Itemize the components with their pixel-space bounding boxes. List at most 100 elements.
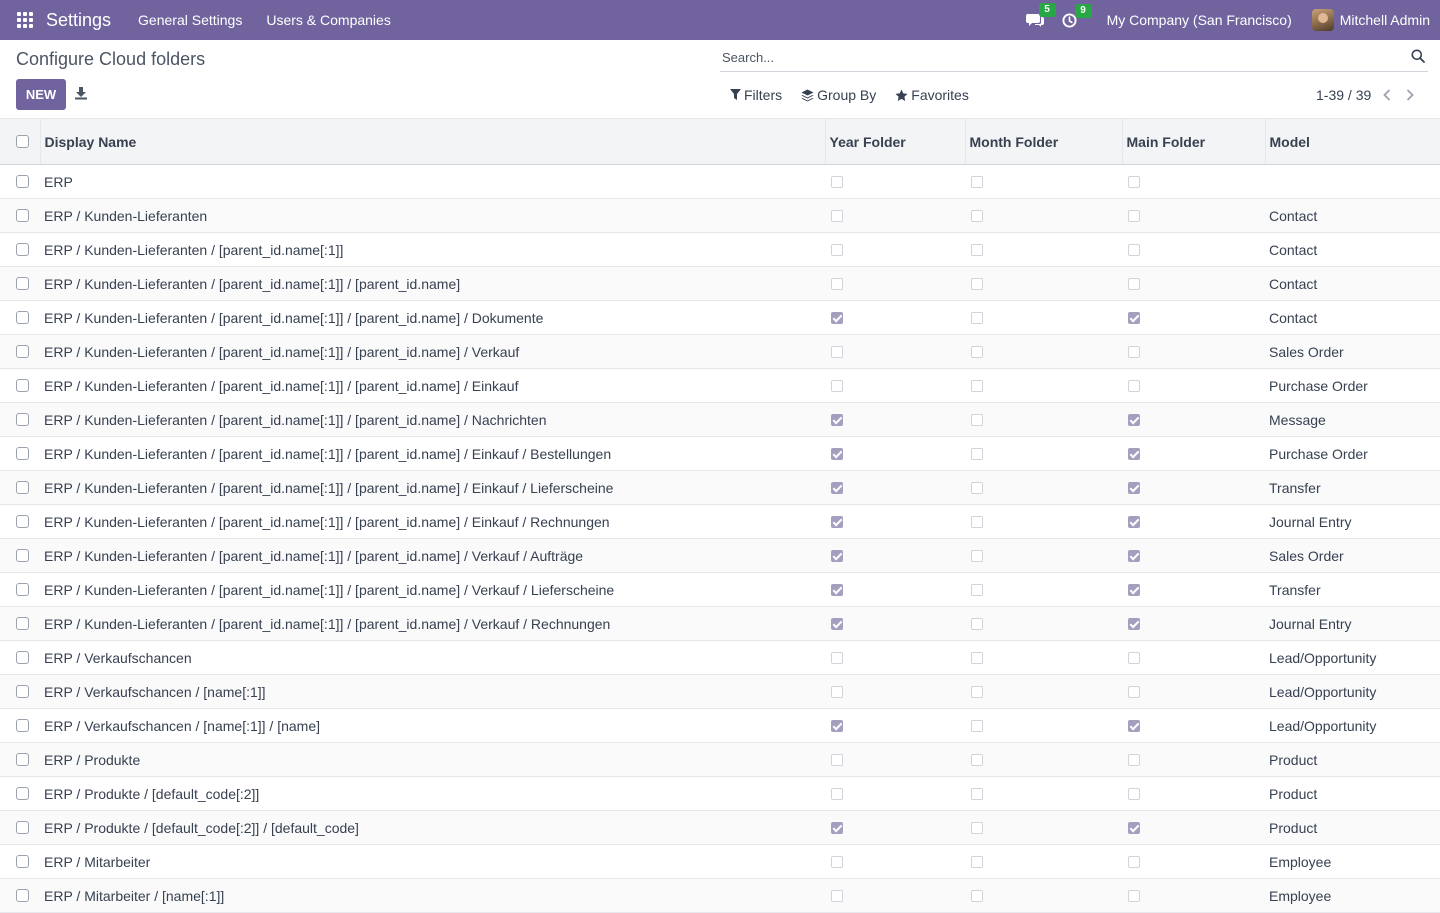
cell-display-name[interactable]: ERP / Verkaufschancen [40,640,825,675]
row-select-checkbox[interactable] [16,481,29,494]
cell-display-name[interactable]: ERP / Kunden-Lieferanten / [parent_id.na… [40,402,825,437]
column-header-main-folder[interactable]: Main Folder [1121,118,1265,165]
cell-model[interactable]: Employee [1265,878,1440,913]
cell-model[interactable]: Product [1265,810,1440,845]
app-name[interactable]: Settings [46,10,111,31]
row-select-checkbox[interactable] [16,243,29,256]
cell-model[interactable]: Journal Entry [1265,606,1440,641]
row-select-checkbox[interactable] [16,651,29,664]
row-select-checkbox[interactable] [16,345,29,358]
row-select-checkbox[interactable] [16,175,29,188]
table-row[interactable]: ERP / Kunden-Lieferanten / [parent_id.na… [0,572,1440,607]
cell-model[interactable]: Transfer [1265,470,1440,505]
table-row[interactable]: ERP / Kunden-Lieferanten Contact [0,198,1440,233]
column-header-display-name[interactable]: Display Name [39,118,825,165]
table-row[interactable]: ERP / Mitarbeiter / [name[:1]] Employee [0,878,1440,913]
cell-display-name[interactable]: ERP / Kunden-Lieferanten / [parent_id.na… [40,334,825,369]
table-row[interactable]: ERP / Kunden-Lieferanten / [parent_id.na… [0,334,1440,369]
menu-general-settings[interactable]: General Settings [138,12,242,28]
column-header-year-folder[interactable]: Year Folder [824,118,965,165]
cell-model[interactable]: Lead/Opportunity [1265,708,1440,743]
row-select-checkbox[interactable] [16,447,29,460]
cell-model[interactable]: Sales Order [1265,538,1440,573]
new-button[interactable]: NEW [16,79,66,110]
cell-display-name[interactable]: ERP / Mitarbeiter / [name[:1]] [40,878,825,913]
cell-model[interactable]: Product [1265,776,1440,811]
cell-display-name[interactable]: ERP / Verkaufschancen / [name[:1]] [40,674,825,709]
table-row[interactable]: ERP / Kunden-Lieferanten / [parent_id.na… [0,402,1440,437]
row-select-checkbox[interactable] [16,617,29,630]
column-header-month-folder[interactable]: Month Folder [964,118,1122,165]
row-select-checkbox[interactable] [16,277,29,290]
row-select-checkbox[interactable] [16,719,29,732]
cell-display-name[interactable]: ERP / Kunden-Lieferanten / [parent_id.na… [40,572,825,607]
row-select-checkbox[interactable] [16,753,29,766]
row-select-checkbox[interactable] [16,855,29,868]
row-select-checkbox[interactable] [16,515,29,528]
search-input[interactable] [720,45,1390,69]
table-row[interactable]: ERP / Produkte Product [0,742,1440,777]
cell-display-name[interactable]: ERP / Verkaufschancen / [name[:1]] / [na… [40,708,825,743]
cell-model[interactable]: Contact [1265,266,1440,301]
cell-model[interactable]: Product [1265,742,1440,777]
cell-display-name[interactable]: ERP / Mitarbeiter [40,844,825,879]
favorites-dropdown[interactable]: Favorites [895,87,969,103]
cell-display-name[interactable]: ERP [40,164,825,199]
cell-display-name[interactable]: ERP / Produkte / [default_code[:2]] / [d… [40,810,825,845]
cell-display-name[interactable]: ERP / Produkte [40,742,825,777]
table-row[interactable]: ERP / Kunden-Lieferanten / [parent_id.na… [0,232,1440,267]
cell-display-name[interactable]: ERP / Kunden-Lieferanten / [parent_id.na… [40,538,825,573]
pager-value[interactable]: 1-39 / 39 [1316,87,1371,103]
cell-display-name[interactable]: ERP / Kunden-Lieferanten / [parent_id.na… [40,470,825,505]
row-select-checkbox[interactable] [16,209,29,222]
user-menu[interactable]: Mitchell Admin [1311,9,1430,31]
cell-model[interactable]: Message [1265,402,1440,437]
table-row[interactable]: ERP / Verkaufschancen Lead/Opportunity [0,640,1440,675]
cell-display-name[interactable]: ERP / Kunden-Lieferanten / [parent_id.na… [40,232,825,267]
apps-menu-icon[interactable] [17,12,33,28]
cell-model[interactable]: Lead/Opportunity [1265,640,1440,675]
download-button[interactable] [74,86,90,102]
cell-display-name[interactable]: ERP / Kunden-Lieferanten / [parent_id.na… [40,436,825,471]
cell-model[interactable]: Purchase Order [1265,436,1440,471]
pager-previous-button[interactable] [1380,88,1394,102]
table-row[interactable]: ERP / Kunden-Lieferanten / [parent_id.na… [0,606,1440,641]
cell-display-name[interactable]: ERP / Kunden-Lieferanten / [parent_id.na… [40,504,825,539]
cell-model[interactable]: Journal Entry [1265,504,1440,539]
table-row[interactable]: ERP / Produkte / [default_code[:2]] Produ… [0,776,1440,811]
table-row[interactable]: ERP / Kunden-Lieferanten / [parent_id.na… [0,300,1440,335]
pager-next-button[interactable] [1403,88,1417,102]
messages-button[interactable]: 5 [1025,3,1056,28]
table-row[interactable]: ERP / Verkaufschancen / [name[:1]] Lead/O… [0,674,1440,709]
cell-display-name[interactable]: ERP / Kunden-Lieferanten / [parent_id.na… [40,300,825,335]
row-select-checkbox[interactable] [16,583,29,596]
row-select-checkbox[interactable] [16,685,29,698]
cell-display-name[interactable]: ERP / Kunden-Lieferanten / [parent_id.na… [40,266,825,301]
cell-model[interactable]: Lead/Opportunity [1265,674,1440,709]
row-select-checkbox[interactable] [16,889,29,902]
table-row[interactable]: ERP / Verkaufschancen / [name[:1]] / [na… [0,708,1440,743]
cell-display-name[interactable]: ERP / Kunden-Lieferanten / [parent_id.na… [40,368,825,403]
table-row[interactable]: ERP / Kunden-Lieferanten / [parent_id.na… [0,504,1440,539]
table-row[interactable]: ERP / Kunden-Lieferanten / [parent_id.na… [0,266,1440,301]
table-row[interactable]: ERP [0,164,1440,199]
cell-model[interactable]: Contact [1265,198,1440,233]
cell-model[interactable]: Employee [1265,844,1440,879]
row-select-checkbox[interactable] [16,379,29,392]
cell-display-name[interactable]: ERP / Kunden-Lieferanten [40,198,825,233]
column-header-model[interactable]: Model [1264,118,1440,165]
filters-dropdown[interactable]: Filters [730,87,782,103]
row-select-checkbox[interactable] [16,311,29,324]
row-select-checkbox[interactable] [16,787,29,800]
cell-model[interactable]: Contact [1265,232,1440,267]
table-row[interactable]: ERP / Kunden-Lieferanten / [parent_id.na… [0,470,1440,505]
group-by-dropdown[interactable]: Group By [801,87,876,103]
row-select-checkbox[interactable] [16,549,29,562]
select-all-checkbox[interactable] [16,135,29,148]
cell-model[interactable] [1265,164,1440,199]
table-row[interactable]: ERP / Produkte / [default_code[:2]] / [d… [0,810,1440,845]
row-select-checkbox[interactable] [16,821,29,834]
table-row[interactable]: ERP / Kunden-Lieferanten / [parent_id.na… [0,538,1440,573]
company-switcher[interactable]: My Company (San Francisco) [1107,12,1292,28]
menu-users-companies[interactable]: Users & Companies [266,12,391,28]
